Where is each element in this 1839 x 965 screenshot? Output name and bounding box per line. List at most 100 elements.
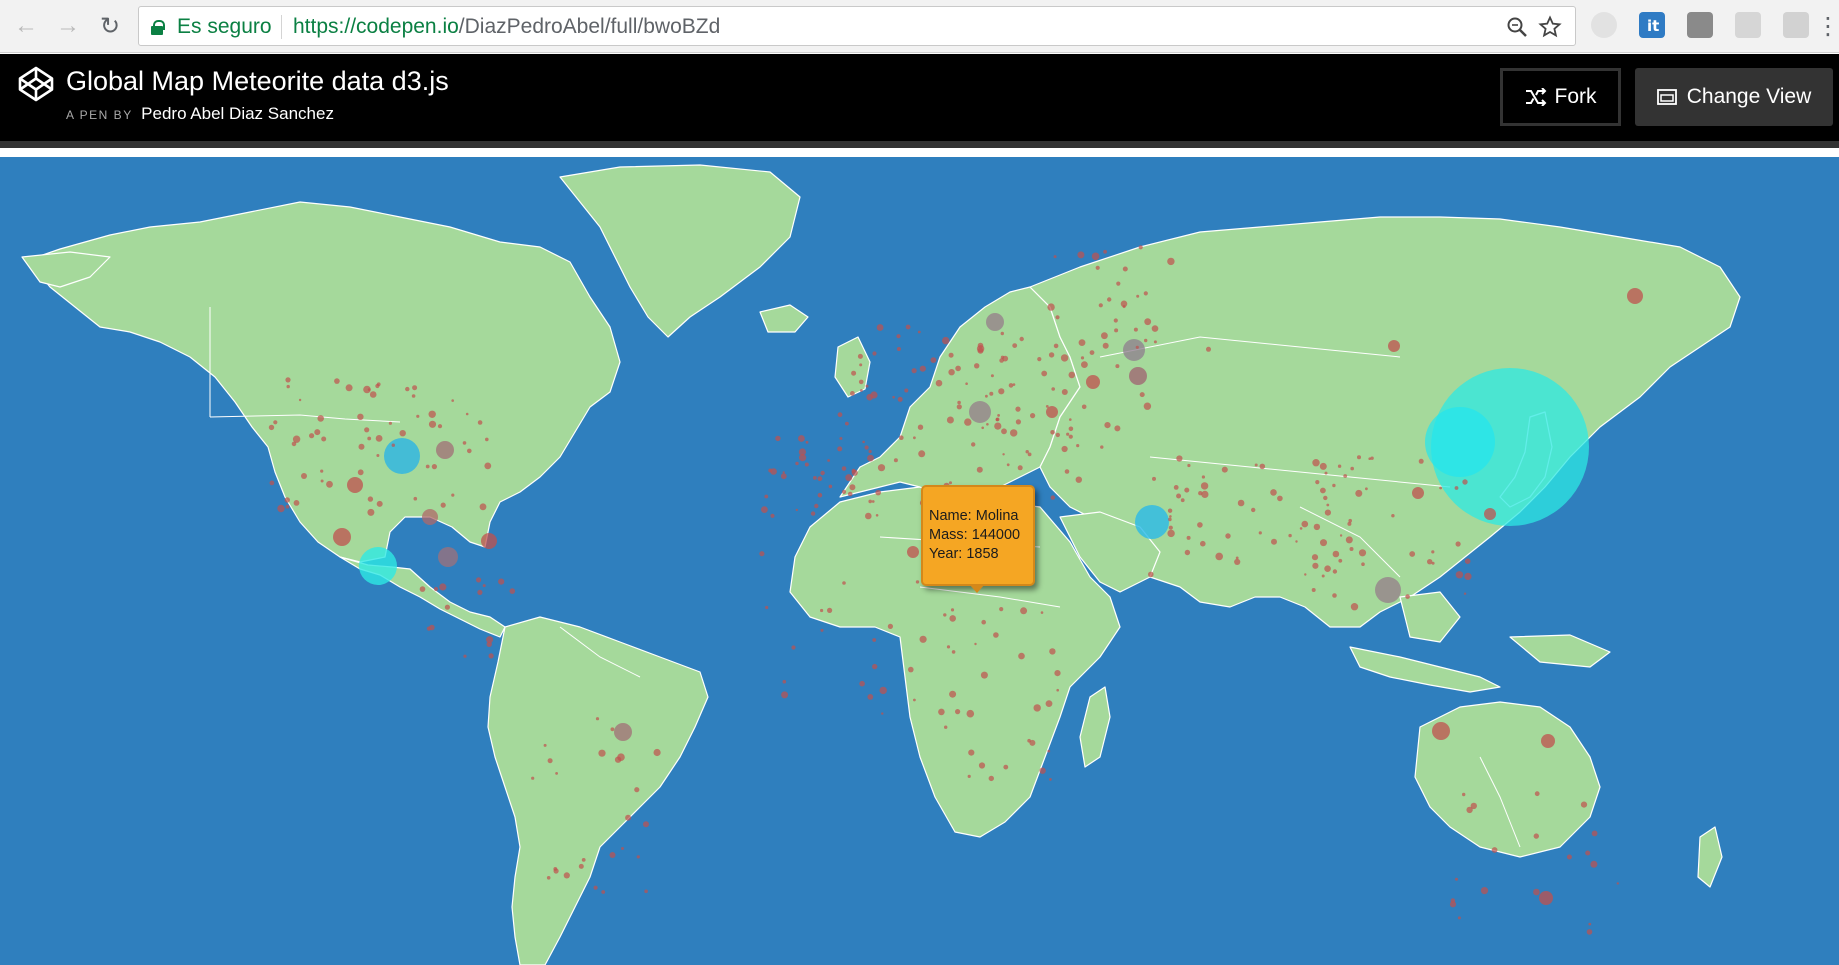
meteorite-dot[interactable] (1050, 495, 1056, 500)
meteorite-dot[interactable] (1345, 536, 1353, 544)
meteorite-dot[interactable] (851, 370, 857, 376)
meteorite-dot[interactable] (419, 586, 426, 592)
meteorite-dot[interactable] (938, 708, 945, 716)
meteorite-dot[interactable] (957, 400, 961, 405)
meteorite-dot[interactable] (1167, 257, 1175, 266)
secure-indicator[interactable]: Es seguro (151, 15, 272, 39)
meteorite-dot[interactable] (1081, 361, 1088, 368)
meteorite-dot[interactable] (433, 586, 439, 592)
meteorite-dot[interactable] (872, 351, 877, 356)
meteorite-dot[interactable] (1098, 303, 1103, 308)
meteorite-dot[interactable] (1409, 551, 1416, 557)
meteorite-dot[interactable] (1144, 338, 1148, 343)
meteorite-dot[interactable] (849, 484, 856, 491)
meteorite-marker[interactable] (1129, 367, 1147, 385)
meteorite-dot[interactable] (976, 345, 985, 353)
meteorite-dot[interactable] (859, 363, 863, 367)
meteorite-dot[interactable] (488, 653, 494, 659)
meteorite-dot[interactable] (930, 357, 937, 363)
meteorite-dot[interactable] (1048, 352, 1055, 358)
meteorite-marker[interactable] (986, 313, 1004, 331)
meteorite-dot[interactable] (285, 377, 291, 383)
meteorite-dot[interactable] (804, 462, 809, 467)
meteorite-dot[interactable] (837, 412, 843, 418)
meteorite-dot[interactable] (1053, 343, 1059, 349)
meteorite-dot[interactable] (413, 496, 418, 501)
meteorite-marker[interactable] (1627, 288, 1643, 304)
meteorite-dot[interactable] (1339, 534, 1343, 537)
meteorite-dot[interactable] (860, 389, 863, 392)
author-link[interactable]: Pedro Abel Diaz Sanchez (141, 104, 334, 123)
meteorite-dot[interactable] (317, 415, 325, 422)
meteorite-dot[interactable] (850, 391, 855, 396)
meteorite-dot[interactable] (1068, 434, 1073, 439)
meteorite-dot[interactable] (369, 391, 377, 398)
meteorite-dot[interactable] (1315, 480, 1320, 485)
meteorite-dot[interactable] (997, 414, 1000, 417)
meteorite-dot[interactable] (1361, 562, 1365, 566)
meteorite-dot[interactable] (1566, 854, 1572, 860)
meteorite-dot[interactable] (363, 385, 371, 394)
meteorite-dot[interactable] (1060, 354, 1069, 362)
meteorite-dot[interactable] (875, 489, 881, 496)
meteorite-dot[interactable] (1101, 332, 1108, 340)
meteorite-dot[interactable] (1343, 474, 1348, 478)
meteorite-dot[interactable] (1324, 471, 1328, 475)
meteorite-marker[interactable] (969, 401, 991, 423)
meteorite-dot[interactable] (949, 615, 956, 622)
meteorite-dot[interactable] (1010, 429, 1018, 437)
meteorite-dot[interactable] (1332, 550, 1340, 558)
meteorite-dot[interactable] (1463, 592, 1467, 595)
meteorite-dot[interactable] (1061, 389, 1068, 395)
meteorite-dot[interactable] (845, 474, 853, 482)
meteorite-dot[interactable] (795, 461, 799, 466)
meteorite-dot[interactable] (1169, 515, 1172, 518)
meteorite-dot[interactable] (820, 608, 824, 613)
meteorite-dot[interactable] (1258, 531, 1262, 535)
meteorite-marker[interactable] (1375, 577, 1401, 603)
meteorite-dot[interactable] (1462, 479, 1468, 485)
meteorite-dot[interactable] (1311, 554, 1319, 561)
meteorite-dot[interactable] (827, 459, 830, 462)
meteorite-dot[interactable] (810, 511, 816, 516)
meteorite-dot[interactable] (1288, 533, 1292, 538)
meteorite-dot[interactable] (799, 454, 807, 462)
meteorite-marker[interactable] (1539, 891, 1553, 905)
back-icon[interactable]: ← (10, 10, 42, 42)
meteorite-dot[interactable] (1143, 402, 1152, 410)
meteorite-dot[interactable] (951, 650, 956, 654)
meteorite-dot[interactable] (1055, 432, 1061, 438)
meteorite-dot[interactable] (367, 436, 372, 441)
meteorite-marker[interactable] (438, 547, 458, 567)
meteorite-dot[interactable] (509, 588, 516, 594)
meteorite-dot[interactable] (429, 624, 435, 631)
meteorite-dot[interactable] (1176, 455, 1183, 462)
meteorite-dot[interactable] (870, 391, 878, 399)
meteorite-dot[interactable] (644, 889, 648, 894)
meteorite-dot[interactable] (761, 506, 768, 513)
meteorite-dot[interactable] (1173, 485, 1179, 490)
meteorite-dot[interactable] (868, 449, 872, 454)
codepen-logo-icon[interactable] (17, 65, 55, 103)
meteorite-dot[interactable] (827, 607, 833, 613)
extension-pdf-icon[interactable] (1783, 12, 1809, 38)
meteorite-dot[interactable] (817, 476, 823, 482)
meteorite-dot[interactable] (1319, 462, 1327, 470)
meteorite-dot[interactable] (1418, 458, 1424, 464)
meteorite-dot[interactable] (1139, 392, 1145, 398)
meteorite-dot[interactable] (411, 394, 416, 398)
meteorite-dot[interactable] (320, 469, 324, 473)
meteorite-dot[interactable] (897, 396, 903, 402)
meteorite-dot[interactable] (1533, 833, 1540, 839)
meteorite-dot[interactable] (277, 504, 285, 513)
meteorite-dot[interactable] (1349, 547, 1354, 551)
meteorite-dot[interactable] (1055, 315, 1060, 320)
meteorite-dot[interactable] (1075, 476, 1083, 483)
meteorite-dot[interactable] (1439, 486, 1442, 490)
meteorite-dot[interactable] (974, 642, 977, 646)
meteorite-dot[interactable] (293, 500, 300, 506)
meteorite-dot[interactable] (1019, 336, 1024, 342)
meteorite-dot[interactable] (653, 748, 661, 757)
meteorite-dot[interactable] (477, 420, 483, 425)
meteorite-dot[interactable] (862, 440, 865, 444)
